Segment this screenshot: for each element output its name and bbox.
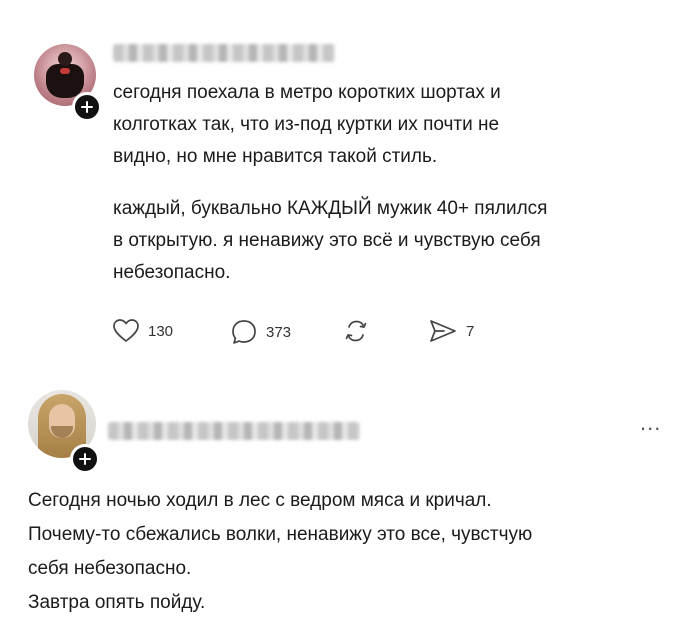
- comment-count: 373: [266, 323, 292, 341]
- repost-icon: [345, 320, 367, 342]
- post2-avatar-wrap[interactable]: [28, 390, 100, 474]
- post1-paragraph-1: сегодня поехала в метро коротких шортах …: [113, 82, 501, 167]
- plus-icon: [81, 101, 93, 113]
- repost-button[interactable]: [342, 318, 370, 344]
- follow-button[interactable]: [72, 92, 102, 122]
- post2-text: Сегодня ночью ходил в лес с ведром мяса …: [28, 484, 688, 620]
- post1-avatar-wrap[interactable]: [34, 44, 102, 122]
- post2-paragraph: Сегодня ночью ходил в лес с ведром мяса …: [28, 490, 533, 613]
- share-count: 7: [466, 322, 475, 340]
- comment-button[interactable]: 373: [230, 318, 291, 346]
- follow-button[interactable]: [70, 444, 100, 474]
- share-button[interactable]: 7: [428, 318, 474, 344]
- avatar-figure-accent: [60, 68, 70, 74]
- avatar-figure-head: [58, 52, 72, 66]
- heart-icon: [113, 319, 139, 342]
- username-blurred[interactable]: [113, 44, 335, 62]
- like-button[interactable]: 130: [112, 318, 173, 344]
- post-2: ... Сегодня ночью ходил в лес с ведром м…: [0, 370, 700, 635]
- more-options-button[interactable]: ...: [640, 410, 661, 436]
- username-blurred[interactable]: [108, 422, 360, 440]
- post1-text: сегодня поехала в метро коротких шортах …: [113, 77, 673, 289]
- comment-bubble-icon: [232, 320, 256, 344]
- share-icon: [430, 320, 456, 342]
- plus-icon: [79, 453, 91, 465]
- post1-paragraph-2: каждый, буквально КАЖДЫЙ мужик 40+ пялил…: [113, 198, 548, 283]
- like-count: 130: [148, 322, 174, 340]
- post-1: сегодня поехала в метро коротких шортах …: [0, 0, 700, 370]
